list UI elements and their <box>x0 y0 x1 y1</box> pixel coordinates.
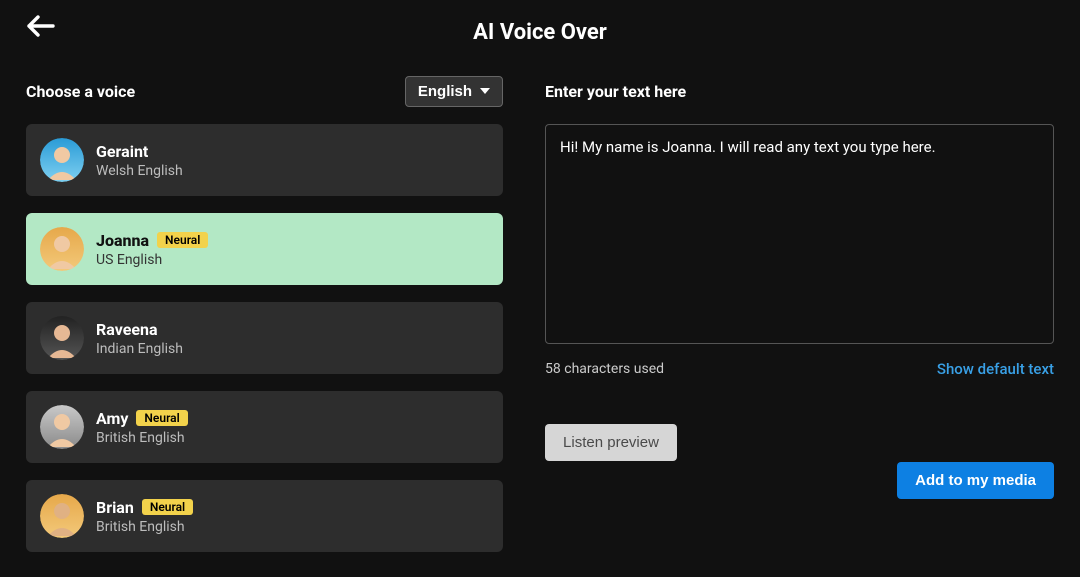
listen-preview-button[interactable]: Listen preview <box>545 424 677 461</box>
avatar <box>40 405 84 449</box>
avatar <box>40 138 84 182</box>
neural-badge: Neural <box>142 499 193 515</box>
choose-voice-label: Choose a voice <box>26 82 135 101</box>
show-default-text-link[interactable]: Show default text <box>937 360 1054 378</box>
back-button[interactable] <box>24 14 58 42</box>
enter-text-label: Enter your text here <box>545 72 1054 110</box>
voice-accent: British English <box>96 519 193 535</box>
voice-card-brian[interactable]: Brian Neural British English <box>26 480 503 552</box>
voice-name: Raveena <box>96 320 158 339</box>
voice-accent: Indian English <box>96 341 183 357</box>
voice-accent: British English <box>96 430 188 446</box>
chevron-down-icon <box>480 88 490 94</box>
voice-card-raveena[interactable]: Raveena Indian English <box>26 302 503 374</box>
voice-accent: US English <box>96 252 208 268</box>
voice-name: Geraint <box>96 142 148 161</box>
voice-card-amy[interactable]: Amy Neural British English <box>26 391 503 463</box>
voice-card-geraint[interactable]: Geraint Welsh English <box>26 124 503 196</box>
avatar <box>40 316 84 360</box>
arrow-left-icon <box>27 15 55 41</box>
add-to-media-button[interactable]: Add to my media <box>897 462 1054 499</box>
language-select-label: English <box>418 83 472 100</box>
neural-badge: Neural <box>136 410 187 426</box>
voice-name: Joanna <box>96 231 149 250</box>
voice-card-joanna[interactable]: Joanna Neural US English <box>26 213 503 285</box>
voice-name: Brian <box>96 498 134 517</box>
voice-name: Amy <box>96 409 128 428</box>
voiceover-text-input[interactable] <box>545 124 1054 344</box>
avatar <box>40 494 84 538</box>
avatar <box>40 227 84 271</box>
voice-list: Geraint Welsh English Joanna Neural US Engl… <box>26 124 503 552</box>
page-title: AI Voice Over <box>0 20 1080 45</box>
neural-badge: Neural <box>157 232 208 248</box>
char-count: 58 characters used <box>545 361 664 377</box>
language-select[interactable]: English <box>405 76 503 107</box>
voice-accent: Welsh English <box>96 163 183 179</box>
